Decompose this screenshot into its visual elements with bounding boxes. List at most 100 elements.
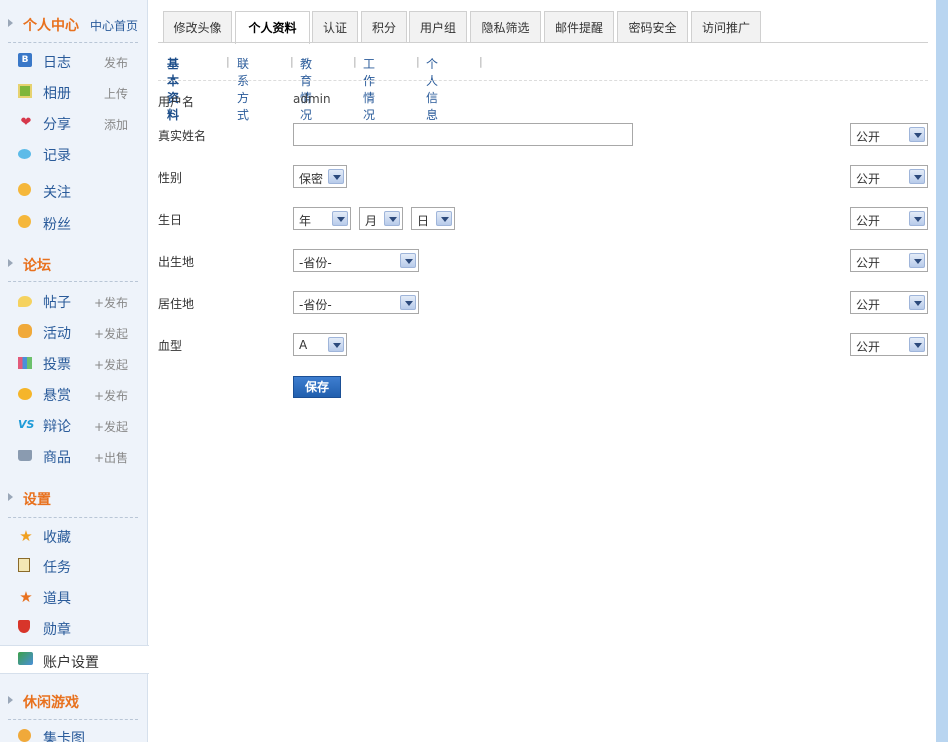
sidebar-item-debate[interactable]: VS 辩论 +发起 xyxy=(0,412,148,438)
debate-icon: VS xyxy=(18,418,35,431)
sidebar-item-activity[interactable]: 活动 +发起 xyxy=(0,319,148,345)
reward-icon xyxy=(18,388,32,400)
bloodtype-select[interactable]: A xyxy=(293,333,347,356)
gender-select[interactable]: 保密 xyxy=(293,165,347,188)
tab-usergroup[interactable]: 用户组 xyxy=(409,11,467,43)
sidebar-item-label[interactable]: 集卡图 xyxy=(43,728,85,742)
realname-input[interactable] xyxy=(293,123,633,146)
sidebar-item-task[interactable]: 任务 xyxy=(0,553,148,579)
sidebar-item-medal[interactable]: 勋章 xyxy=(0,615,148,641)
section-title[interactable]: 论坛 xyxy=(23,255,51,275)
new-post-link[interactable]: +发布 xyxy=(94,294,128,311)
sidebar-item-follow[interactable]: 关注 xyxy=(0,178,148,204)
new-activity-link[interactable]: +发起 xyxy=(94,325,128,342)
birthplace-label: 出生地 xyxy=(158,255,195,269)
sidebar-item-label[interactable]: 日志 xyxy=(43,52,71,72)
tab-privacy[interactable]: 隐私筛选 xyxy=(470,11,541,43)
collapse-arrow-icon[interactable] xyxy=(8,696,13,704)
sidebar-item-label[interactable]: 粉丝 xyxy=(43,214,71,234)
tab-profile[interactable]: 个人资料 xyxy=(235,11,310,44)
sidebar-item-label[interactable]: 记录 xyxy=(43,145,71,165)
birthday-day-select[interactable]: 日 xyxy=(411,207,455,230)
subnav-work[interactable]: 工作情况 xyxy=(363,55,375,123)
tab-change-avatar[interactable]: 修改头像 xyxy=(163,11,232,43)
sidebar-item-label[interactable]: 收藏 xyxy=(43,527,71,547)
post-icon xyxy=(18,296,32,307)
subnav-personal-info[interactable]: 个人信息 xyxy=(426,55,438,123)
gender-privacy-select[interactable]: 公开 xyxy=(850,165,928,188)
tab-verification[interactable]: 认证 xyxy=(312,11,358,43)
sidebar-item-label[interactable]: 商品 xyxy=(43,447,71,467)
sidebar-item-doing[interactable]: 记录 xyxy=(0,141,148,167)
subnav-contact[interactable]: 联系方式 xyxy=(237,55,249,123)
residence-province-select[interactable]: -省份- xyxy=(293,291,419,314)
subnav-basic-info[interactable]: 基本资料 xyxy=(167,55,179,123)
section-title[interactable]: 个人中心 xyxy=(23,15,79,35)
jigsaw-icon xyxy=(18,729,31,742)
sidebar-item-label[interactable]: 帖子 xyxy=(43,292,71,312)
sell-goods-link[interactable]: +出售 xyxy=(94,449,128,466)
sidebar-item-share[interactable]: ❤ 分享 添加 xyxy=(0,110,148,136)
collapse-arrow-icon[interactable] xyxy=(8,259,13,267)
sidebar-item-label[interactable]: 勋章 xyxy=(43,619,71,639)
favorite-icon: ★ xyxy=(19,527,33,545)
province-value: -省份- xyxy=(299,256,332,270)
new-poll-link[interactable]: +发起 xyxy=(94,356,128,373)
sidebar-item-blog[interactable]: B 日志 发布 xyxy=(0,48,148,74)
sidebar-item-goods[interactable]: 商品 +出售 xyxy=(0,443,148,469)
sidebar-item-favorite[interactable]: ★ 收藏 xyxy=(0,523,148,549)
new-reward-link[interactable]: +发布 xyxy=(94,387,128,404)
center-home-link[interactable]: 中心首页 xyxy=(90,17,138,34)
collapse-arrow-icon[interactable] xyxy=(8,493,13,501)
birthday-month-select[interactable]: 月 xyxy=(359,207,403,230)
sidebar-item-label[interactable]: 关注 xyxy=(43,182,71,202)
chevron-down-icon xyxy=(332,211,348,226)
sidebar-item-label[interactable]: 活动 xyxy=(43,323,71,343)
sidebar-item-album[interactable]: 相册 上传 xyxy=(0,79,148,105)
tab-credits[interactable]: 积分 xyxy=(361,11,407,43)
chevron-down-icon xyxy=(436,211,452,226)
privacy-value: 公开 xyxy=(856,298,881,312)
section-forum: 论坛 xyxy=(0,249,148,279)
divider xyxy=(158,80,928,81)
sidebar-item-account-settings[interactable]: 账户设置 xyxy=(0,645,149,674)
sidebar-item-label[interactable]: 任务 xyxy=(43,557,71,577)
section-title[interactable]: 设置 xyxy=(23,489,51,509)
sidebar-item-label[interactable]: 道具 xyxy=(43,588,71,608)
section-title[interactable]: 休闲游戏 xyxy=(23,692,79,712)
birthday-privacy-select[interactable]: 公开 xyxy=(850,207,928,230)
sidebar-item-poll[interactable]: 投票 +发起 xyxy=(0,350,148,376)
save-button[interactable]: 保存 xyxy=(293,376,341,398)
sidebar-item-jigsaw[interactable]: 集卡图 xyxy=(0,724,148,742)
sidebar-item-label[interactable]: 相册 xyxy=(43,83,71,103)
tab-email-reminder[interactable]: 邮件提醒 xyxy=(544,11,614,43)
sidebar-item-fans[interactable]: 粉丝 xyxy=(0,210,148,236)
sidebar-item-label[interactable]: 账户设置 xyxy=(43,652,99,672)
residence-privacy-select[interactable]: 公开 xyxy=(850,291,928,314)
subnav-education[interactable]: 教育情况 xyxy=(300,55,312,123)
tab-password-security[interactable]: 密码安全 xyxy=(617,11,688,43)
sidebar-item-label[interactable]: 投票 xyxy=(43,354,71,374)
birthplace-privacy-select[interactable]: 公开 xyxy=(850,249,928,272)
tab-promotion[interactable]: 访问推广 xyxy=(691,11,761,43)
month-value: 月 xyxy=(365,214,378,228)
sidebar-item-label[interactable]: 分享 xyxy=(43,114,71,134)
sidebar-item-post[interactable]: 帖子 +发布 xyxy=(0,288,148,314)
sidebar-item-label[interactable]: 悬赏 xyxy=(43,385,71,405)
add-link[interactable]: 添加 xyxy=(104,116,128,133)
sidebar-item-prop[interactable]: ★ 道具 xyxy=(0,584,148,610)
publish-link[interactable]: 发布 xyxy=(104,54,128,71)
fans-icon xyxy=(18,215,31,228)
collapse-arrow-icon[interactable] xyxy=(8,19,13,27)
bloodtype-privacy-select[interactable]: 公开 xyxy=(850,333,928,356)
birthday-year-select[interactable]: 年 xyxy=(293,207,351,230)
realname-privacy-select[interactable]: 公开 xyxy=(850,123,928,146)
chevron-down-icon xyxy=(328,337,344,352)
scrollbar-track[interactable] xyxy=(936,0,948,742)
upload-link[interactable]: 上传 xyxy=(104,85,128,102)
birthplace-province-select[interactable]: -省份- xyxy=(293,249,419,272)
sidebar-item-label[interactable]: 辩论 xyxy=(43,416,71,436)
activity-icon xyxy=(18,324,32,338)
sidebar-item-reward[interactable]: 悬赏 +发布 xyxy=(0,381,148,407)
new-debate-link[interactable]: +发起 xyxy=(94,418,128,435)
